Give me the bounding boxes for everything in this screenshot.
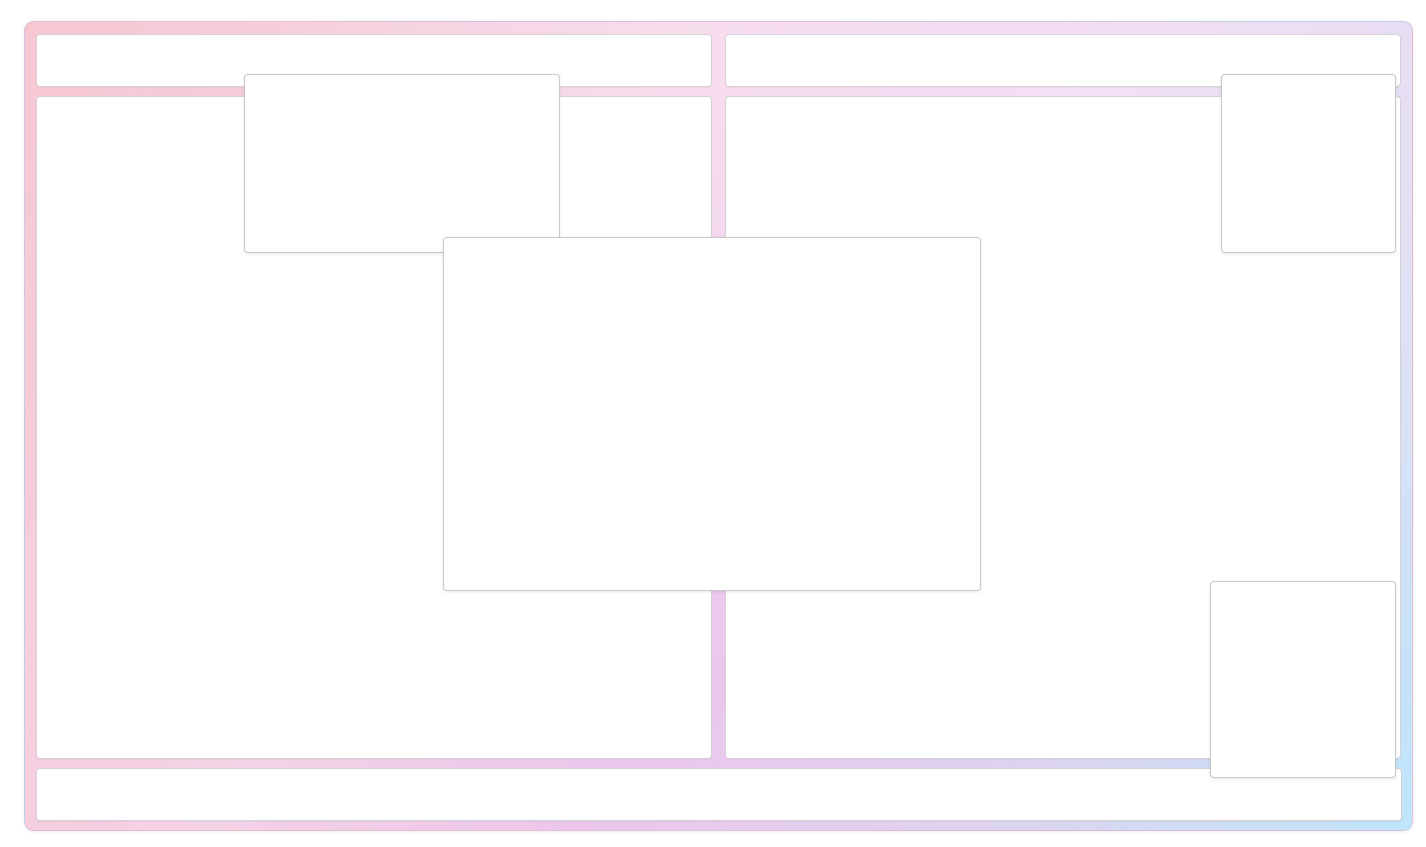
center-overlay-card	[443, 237, 981, 591]
bottom-right-overlay-card	[1210, 581, 1396, 778]
footer-panel	[36, 768, 1402, 821]
top-left-overlay-card	[244, 74, 560, 253]
top-right-overlay-card	[1221, 74, 1396, 253]
